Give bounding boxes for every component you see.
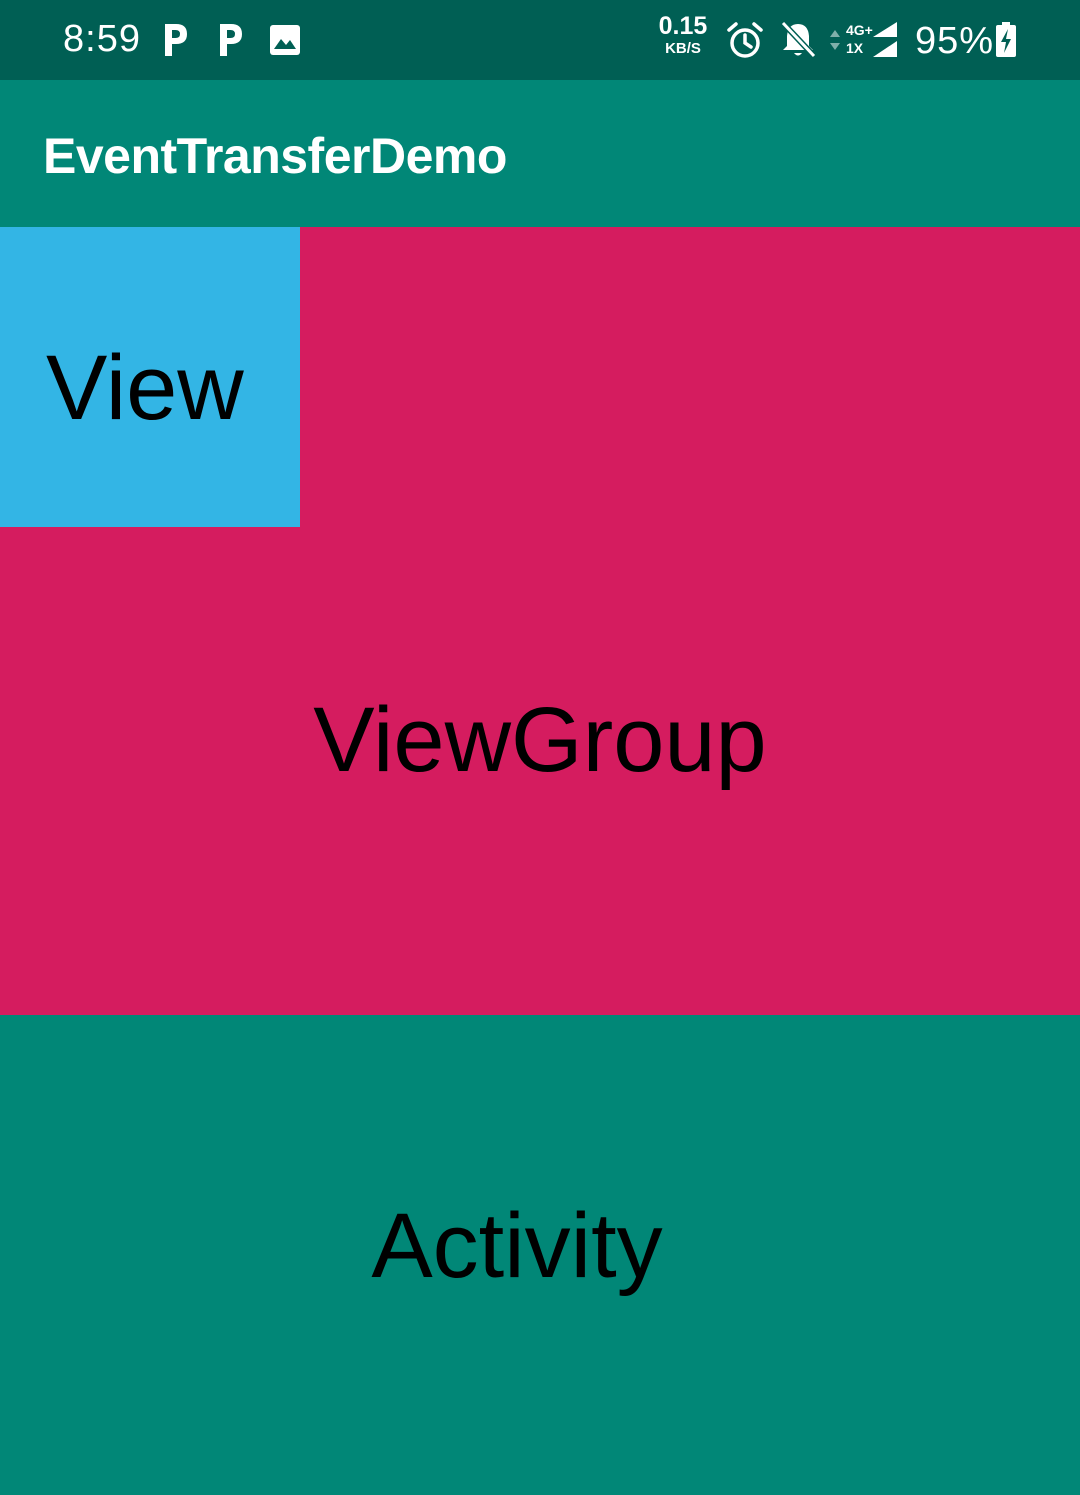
signal-icon [871, 21, 899, 64]
image-icon [269, 24, 301, 61]
viewgroup-label: ViewGroup [313, 689, 767, 791]
view-label: View [46, 337, 244, 439]
battery-charging-icon [995, 22, 1017, 63]
parking-app-icon [215, 20, 245, 63]
activity-label: Activity [371, 1195, 663, 1297]
data-activity-icon [829, 29, 841, 56]
network-speed-unit: KB/S [665, 40, 701, 57]
status-bar: 8:59 0.15 KB/S 4G+ 1X 95% [0, 0, 1080, 80]
network-type: 4G+ 1X [846, 21, 873, 57]
app-title: EventTransferDemo [43, 128, 507, 184]
network-speed-value: 0.15 [658, 12, 708, 40]
parking-app-icon [160, 20, 190, 63]
alarm-icon [726, 22, 764, 65]
notifications-off-icon [779, 20, 817, 65]
battery-percent: 95% [915, 20, 995, 62]
network-type-bottom: 1X [846, 40, 864, 56]
network-type-top: 4G+ [846, 22, 873, 38]
status-time: 8:59 [63, 18, 141, 60]
network-speed: 0.15 KB/S [655, 12, 711, 57]
